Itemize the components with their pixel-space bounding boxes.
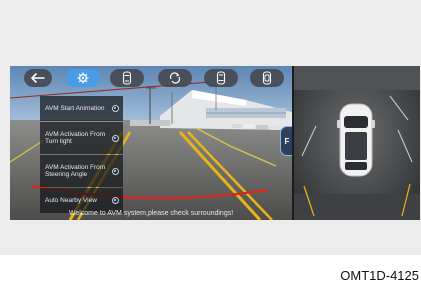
car-side-view-icon <box>262 71 272 85</box>
menu-item-label: AVM Activation From Turn light <box>45 130 106 145</box>
menu-item-label: AVM Activation From Steering Angle <box>45 163 106 178</box>
gear-indicator-label: F <box>284 136 290 146</box>
menu-item-turn-light-activation[interactable]: AVM Activation From Turn light <box>40 122 123 154</box>
menu-item-label: Auto Nearby View <box>45 196 97 204</box>
rotate-view-button[interactable] <box>158 69 192 87</box>
gear-indicator-tab[interactable]: F <box>280 126 292 156</box>
menu-item-toggle[interactable] <box>112 167 119 175</box>
avm-settings-menu: AVM Start Animation AVM Activation From … <box>40 96 123 214</box>
avm-screen: AVM Start Animation AVM Activation From … <box>10 66 420 220</box>
car-front-view-icon <box>122 71 132 85</box>
menu-item-toggle[interactable] <box>112 197 119 204</box>
car-top-icon <box>337 103 375 177</box>
rear-camera-view: AVM Start Animation AVM Activation From … <box>10 66 292 220</box>
back-arrow-icon <box>31 73 45 83</box>
car-rear-view-icon <box>216 71 226 85</box>
menu-item-toggle[interactable] <box>112 134 119 142</box>
figure-code: OMT1D-4125 <box>340 268 419 283</box>
menu-item-start-animation[interactable]: AVM Start Animation <box>40 96 123 121</box>
side-view-button[interactable] <box>250 69 284 87</box>
camera-rotate-icon <box>169 72 181 84</box>
camera-toolbar <box>10 66 292 90</box>
birds-eye-scene <box>294 66 420 220</box>
status-message: Welcome to AVM system,please check surro… <box>68 210 234 217</box>
birds-eye-view <box>294 66 420 220</box>
front-view-button[interactable] <box>110 69 144 87</box>
rear-view-button[interactable] <box>204 69 238 87</box>
menu-item-toggle[interactable] <box>112 105 119 112</box>
menu-item-steering-angle-activation[interactable]: AVM Activation From Steering Angle <box>40 155 123 187</box>
back-button[interactable] <box>24 69 52 87</box>
settings-button[interactable] <box>66 69 100 87</box>
menu-item-label: AVM Start Animation <box>45 104 105 112</box>
gear-icon <box>77 72 89 84</box>
